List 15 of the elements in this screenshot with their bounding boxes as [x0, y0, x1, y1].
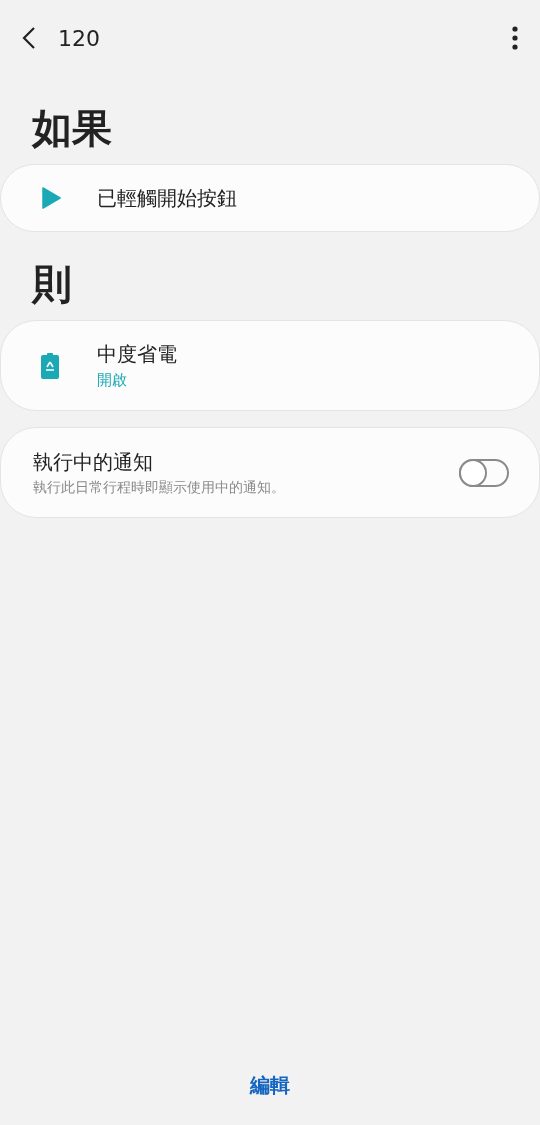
edit-button[interactable]: 編輯	[244, 1069, 296, 1101]
page-title: 120	[58, 24, 100, 53]
trigger-card[interactable]: 已輕觸開始按鈕	[0, 164, 540, 232]
more-options-icon[interactable]	[512, 26, 518, 50]
setting-title: 執行中的通知	[33, 449, 154, 476]
setting-description: 執行此日常行程時即顯示使用中的通知。	[33, 478, 286, 497]
status-text: 開啟	[97, 370, 128, 392]
action-card[interactable]: 中度省電 開啟	[0, 320, 540, 411]
toggle-switch[interactable]	[459, 458, 509, 487]
card-label: 中度省電	[97, 341, 177, 369]
section-heading: 如果	[32, 104, 113, 152]
play-icon	[41, 187, 61, 209]
section-heading: 則	[32, 260, 73, 308]
back-icon[interactable]	[22, 27, 36, 49]
card-label: 已輕觸開始按鈕	[97, 185, 237, 212]
